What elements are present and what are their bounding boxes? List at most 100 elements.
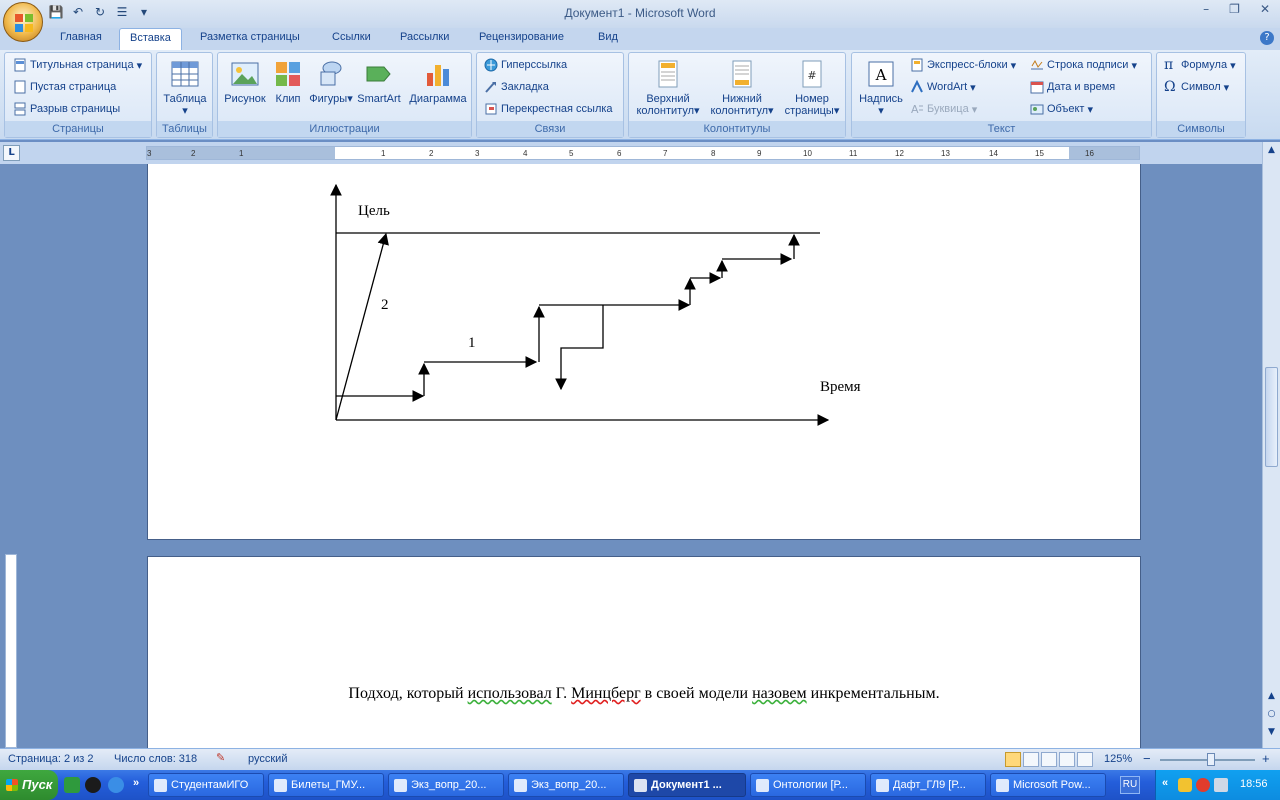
minimize-button[interactable]: – [1203, 2, 1209, 16]
signature-line-button[interactable]: Строка подписи ▾ [1030, 58, 1137, 72]
tab-review[interactable]: Рецензирование [479, 31, 564, 43]
quicklaunch-more-icon[interactable]: » [133, 777, 139, 789]
smartart-button[interactable]: SmartArt [354, 59, 404, 105]
office-button[interactable] [3, 2, 43, 42]
vertical-ruler[interactable] [5, 554, 17, 748]
date-time-button[interactable]: Дата и время [1030, 80, 1115, 94]
zoom-slider-knob[interactable] [1207, 753, 1215, 766]
taskbar-item[interactable]: Билеты_ГМУ... [268, 773, 384, 797]
taskbar: Пуск » СтудентамИГО Билеты_ГМУ... Экз_во… [0, 770, 1280, 800]
restore-button[interactable]: ❐ [1229, 2, 1240, 16]
ruler-tick: 15 [1035, 149, 1044, 158]
tray-app-icon[interactable] [1178, 778, 1192, 792]
cross-reference-button[interactable]: Перекрестная ссылка [484, 102, 613, 116]
clock[interactable]: 18:56 [1240, 778, 1268, 790]
previous-page-icon[interactable]: ▲ [1265, 690, 1278, 703]
text-box-button[interactable]: A Надпись ▾ [854, 59, 908, 117]
ruler-tick: 3 [475, 149, 480, 158]
shapes-button[interactable]: Фигуры▾ [308, 59, 354, 105]
quicklaunch-app-icon[interactable] [64, 777, 80, 793]
browse-object-icon[interactable]: ○ [1265, 708, 1278, 721]
full-screen-reading-icon[interactable] [1023, 752, 1039, 767]
body-paragraph[interactable]: Подход, который использовал Г. Минцберг … [148, 685, 1140, 703]
ruler-tick: 3 [147, 149, 152, 158]
page-2[interactable]: Подход, который использовал Г. Минцберг … [147, 556, 1141, 748]
internet-explorer-icon[interactable] [108, 777, 124, 793]
page-number-button[interactable]: # Номер страницы▾ [779, 59, 845, 117]
group-header-footer-label: Колонтитулы [629, 121, 845, 137]
equation-button[interactable]: π Формула ▾ [1164, 58, 1236, 72]
tab-references[interactable]: Ссылки [332, 31, 371, 43]
group-symbols-label: Символы [1157, 121, 1245, 137]
page-break-button[interactable]: Разрыв страницы [13, 102, 120, 116]
cover-page-button[interactable]: Титульная страница ▾ [13, 58, 142, 72]
spell-check-icon[interactable]: ✎ [216, 751, 225, 764]
blank-page-button[interactable]: Пустая страница [13, 80, 116, 94]
zoom-out-button[interactable]: − [1143, 751, 1151, 766]
picture-button[interactable]: Рисунок [221, 59, 269, 105]
table-button[interactable]: Таблица ▾ [161, 59, 209, 117]
footer-button[interactable]: Нижний колонтитул▾ [705, 59, 779, 117]
header-button[interactable]: Верхний колонтитул▾ [631, 59, 705, 117]
taskbar-item[interactable]: Дафт_ГЛ9 [Р... [870, 773, 986, 797]
hyperlink-button[interactable]: Гиперссылка [484, 58, 567, 72]
horizontal-ruler[interactable]: 3 2 1 1 2 3 4 5 6 7 8 9 10 11 12 13 14 1… [146, 146, 1140, 160]
clip-art-button[interactable]: Клип [270, 59, 306, 105]
scroll-up-icon[interactable]: ▲ [1265, 144, 1278, 157]
quick-parts-icon [911, 58, 923, 72]
tab-selector[interactable]: L [3, 145, 20, 161]
ruler-tick: 10 [803, 149, 812, 158]
next-page-icon[interactable]: ▼ [1265, 726, 1278, 739]
input-language-indicator[interactable]: RU [1120, 776, 1140, 794]
print-layout-view-icon[interactable] [1005, 752, 1021, 767]
ruler-right-margin [1069, 147, 1139, 159]
start-button[interactable]: Пуск [0, 770, 58, 800]
outline-view-icon[interactable] [1059, 752, 1075, 767]
taskbar-item[interactable]: СтудентамИГО [148, 773, 264, 797]
page-count[interactable]: Страница: 2 из 2 [8, 753, 94, 765]
zoom-level[interactable]: 125% [1104, 753, 1132, 765]
word-count[interactable]: Число слов: 318 [114, 753, 197, 765]
drop-cap-icon: A [911, 103, 923, 116]
clip-art-icon [276, 62, 300, 86]
media-player-icon[interactable] [85, 777, 101, 793]
wordart-button[interactable]: WordArt ▾ [910, 80, 976, 94]
zoom-in-button[interactable]: + [1262, 751, 1270, 766]
tab-view[interactable]: Вид [598, 31, 618, 43]
pi-icon: π [1164, 57, 1174, 73]
taskbar-item[interactable]: Экз_вопр_20... [508, 773, 624, 797]
vertical-scrollbar[interactable]: ▲ ▲ ○ ▼ [1262, 142, 1280, 748]
ruler-tick: 1 [239, 149, 244, 158]
tab-insert[interactable]: Вставка [119, 28, 182, 50]
symbol-button[interactable]: Ω Символ ▾ [1164, 80, 1229, 94]
chart-icon [427, 65, 449, 86]
wordart-icon [911, 80, 923, 93]
tab-home[interactable]: Главная [60, 31, 102, 43]
bookmark-button[interactable]: Закладка [484, 80, 549, 94]
scroll-thumb[interactable] [1265, 367, 1278, 467]
taskbar-item[interactable]: Экз_вопр_20... [388, 773, 504, 797]
ribbon: Титульная страница ▾ Пустая страница Разр… [0, 50, 1280, 140]
taskbar-item[interactable]: Microsoft Pow... [990, 773, 1106, 797]
document-area[interactable]: Цель Время 1 2 Подход, который использов… [0, 164, 1262, 748]
antivirus-tray-icon[interactable] [1196, 778, 1210, 792]
help-icon[interactable]: ? [1260, 31, 1274, 45]
cover-page-icon [14, 58, 26, 72]
language-indicator[interactable]: русский [248, 753, 287, 765]
close-button[interactable]: ✕ [1260, 2, 1270, 16]
draft-view-icon[interactable] [1077, 752, 1093, 767]
page-1[interactable]: Цель Время 1 2 [147, 164, 1141, 540]
svg-text:#: # [807, 69, 816, 82]
object-button[interactable]: Объект ▾ [1030, 102, 1093, 116]
volume-tray-icon[interactable] [1214, 778, 1228, 792]
show-hidden-icons[interactable]: « [1162, 777, 1168, 789]
taskbar-item-active[interactable]: Документ1 ... [628, 773, 746, 797]
quick-parts-button[interactable]: Экспресс-блоки ▾ [910, 58, 1016, 72]
taskbar-item[interactable]: Онтологии [Р... [750, 773, 866, 797]
drop-cap-button[interactable]: A Буквица ▾ [910, 102, 977, 116]
tab-page-layout[interactable]: Разметка страницы [200, 31, 300, 43]
ruler-tick: 4 [523, 149, 528, 158]
chart-button[interactable]: Диаграмма [406, 59, 470, 105]
web-layout-icon[interactable] [1041, 752, 1057, 767]
tab-mailings[interactable]: Рассылки [400, 31, 449, 43]
